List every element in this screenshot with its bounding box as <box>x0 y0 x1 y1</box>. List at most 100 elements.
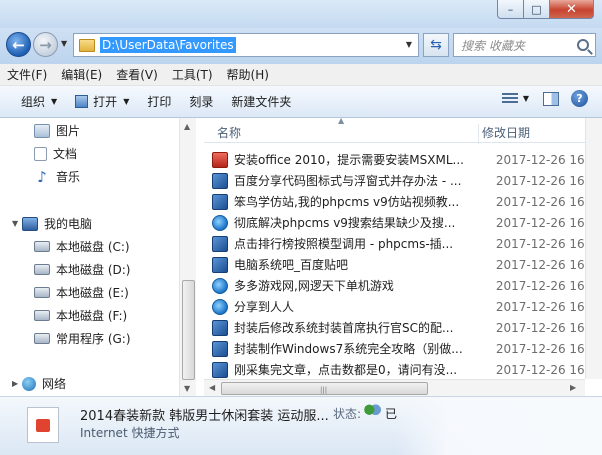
scroll-up-icon[interactable]: ▲ <box>184 122 190 131</box>
vertical-scrollbar[interactable] <box>585 118 602 379</box>
burn-button[interactable]: 刻录 <box>180 90 222 114</box>
address-dropdown-icon[interactable]: ▼ <box>406 40 412 49</box>
menu-edit[interactable]: 编辑(E) <box>61 66 102 83</box>
print-button[interactable]: 打印 <box>138 90 180 114</box>
column-header: ▲ 名称 修改日期 <box>204 118 602 144</box>
ie-shortcut-icon <box>212 298 228 315</box>
file-row[interactable]: 安装office 2010，提示需要安装MSXML... 2017-12-26 1… <box>212 149 602 170</box>
nav-disk-c[interactable]: 本地磁盘 (C:) <box>34 238 130 255</box>
menu-bar: 文件(F) 编辑(E) 查看(V) 工具(T) 帮助(H) <box>0 64 602 86</box>
maximize-button[interactable]: □ <box>524 0 550 19</box>
file-row[interactable]: 多多游戏网,网逻天下单机游戏 2017-12-26 16:19 <box>212 275 602 296</box>
nav-pictures[interactable]: 图片 <box>34 122 80 139</box>
file-row[interactable]: 点击排行榜按照模型调用 - phpcms-插... 2017-12-26 16:1… <box>212 233 602 254</box>
file-row[interactable]: 刚采集完文章，点击数都是0，请问有没... 2017-12-26 16:19 <box>212 359 602 380</box>
nav-pictures-label: 图片 <box>56 124 81 138</box>
menu-file[interactable]: 文件(F) <box>7 66 47 83</box>
file-row[interactable]: 封装后修改系统封装首席执行官SC的配... 2017-12-26 16:19 <box>212 317 602 338</box>
back-button[interactable]: ← <box>6 32 31 57</box>
file-name: 封装制作Windows7系统完全攻略（别做... <box>234 342 463 356</box>
file-name: 多多游戏网,网逻天下单机游戏 <box>234 279 394 293</box>
url-shortcut-icon <box>212 340 228 357</box>
organize-label: 组织 <box>21 95 46 109</box>
file-name: 笨鸟学仿站,我的phpcms v9仿站视频教... <box>234 195 460 209</box>
new-folder-label: 新建文件夹 <box>231 95 292 109</box>
column-name[interactable]: 名称 <box>217 124 241 141</box>
minimize-button[interactable]: – <box>497 0 524 19</box>
file-row[interactable]: 电脑系统吧_百度贴吧 2017-12-26 16:19 <box>212 254 602 275</box>
menu-tools[interactable]: 工具(T) <box>172 66 213 83</box>
nav-documents-label: 文档 <box>53 147 78 161</box>
nav-disk-e[interactable]: 本地磁盘 (E:) <box>34 284 129 301</box>
nav-network-label: 网络 <box>42 377 67 391</box>
horizontal-scrollbar[interactable]: ◀ ||| ▶ <box>204 379 585 396</box>
nav-disk-d[interactable]: 本地磁盘 (D:) <box>34 261 130 278</box>
file-row[interactable]: 笨鸟学仿站,我的phpcms v9仿站视频教... 2017-12-26 16:1… <box>212 191 602 212</box>
ie-shortcut-icon <box>212 214 228 231</box>
details-pane: 2014春装新款 韩版男士休闲套装 运动服... Internet 快捷方式 状… <box>0 396 602 455</box>
new-folder-button[interactable]: 新建文件夹 <box>222 90 300 114</box>
url-shortcut-icon <box>212 256 228 273</box>
open-icon <box>75 95 89 108</box>
forward-button[interactable]: → <box>33 32 58 57</box>
minimize-icon: – <box>507 2 514 16</box>
address-field[interactable]: D:\UserData\Favorites ▼ <box>73 33 419 57</box>
pictures-icon <box>34 123 50 138</box>
scroll-down-icon[interactable]: ▼ <box>184 384 190 393</box>
grip-icon: ||| <box>320 386 328 394</box>
chevron-down-icon: ▼ <box>51 97 58 106</box>
scroll-thumb[interactable]: ||| <box>221 382 428 395</box>
file-row[interactable]: 分享到人人 2017-12-26 16:19 <box>212 296 602 317</box>
status-users-icon <box>363 403 381 418</box>
ie-shortcut-icon <box>212 277 228 294</box>
menu-view[interactable]: 查看(V) <box>116 66 158 83</box>
menu-help[interactable]: 帮助(H) <box>227 66 269 83</box>
nav-computer-label: 我的电脑 <box>44 217 93 231</box>
disk-icon <box>34 287 50 298</box>
close-button[interactable]: ✕ <box>550 0 594 19</box>
scroll-left-icon[interactable]: ◀ <box>209 383 215 392</box>
forward-arrow-icon: → <box>39 35 52 54</box>
nav-scrollbar[interactable]: ▲ ▼ <box>179 118 196 396</box>
chevron-down-icon[interactable]: ▼ <box>523 94 529 103</box>
refresh-button[interactable]: ⇆ <box>423 33 449 57</box>
sort-ascending-icon: ▲ <box>338 118 345 125</box>
back-arrow-icon: ← <box>12 35 25 54</box>
nav-computer[interactable]: 我的电脑 <box>22 215 92 232</box>
scroll-thumb[interactable] <box>182 280 195 380</box>
history-dropdown-icon[interactable]: ▼ <box>61 39 67 48</box>
disk-icon <box>34 310 50 321</box>
network-icon <box>22 376 36 391</box>
disk-icon <box>34 264 50 275</box>
details-title: 2014春装新款 韩版男士休闲套装 运动服... <box>80 409 329 424</box>
address-path[interactable]: D:\UserData\Favorites <box>100 37 236 53</box>
file-name: 分享到人人 <box>234 300 295 314</box>
search-icon <box>577 39 589 51</box>
chevron-down-icon: ▼ <box>123 97 130 106</box>
nav-disk-g-label: 常用程序 (G:) <box>56 332 131 346</box>
column-date[interactable]: 修改日期 <box>478 124 530 144</box>
url-shortcut-icon <box>212 319 228 336</box>
address-toolbar: ← → ▼ D:\UserData\Favorites ▼ ⇆ 搜索 收藏夹 <box>0 28 602 64</box>
scroll-right-icon[interactable]: ▶ <box>570 383 576 392</box>
nav-disk-f[interactable]: 本地磁盘 (F:) <box>34 307 127 324</box>
details-status-label: 状态: <box>333 407 362 421</box>
help-icon[interactable]: ? <box>571 90 588 107</box>
expand-arrow-icon[interactable]: ▶ <box>12 379 18 388</box>
nav-documents[interactable]: 文档 <box>34 145 77 162</box>
open-button[interactable]: 打开 ▼ <box>66 90 138 114</box>
nav-network[interactable]: 网络 <box>22 375 66 392</box>
nav-disk-g[interactable]: 常用程序 (G:) <box>34 330 131 347</box>
view-options-icon[interactable] <box>501 92 518 105</box>
file-name: 百度分享代码图标式与浮窗式并存办法 - ... <box>234 174 462 188</box>
file-row[interactable]: 百度分享代码图标式与浮窗式并存办法 - ... 2017-12-26 16:19 <box>212 170 602 191</box>
expand-arrow-icon[interactable]: ▼ <box>12 219 18 228</box>
nav-disk-e-label: 本地磁盘 (E:) <box>56 286 129 300</box>
url-shortcut-icon <box>212 235 228 252</box>
search-input[interactable]: 搜索 收藏夹 <box>453 33 596 57</box>
nav-music[interactable]: ♪ 音乐 <box>34 168 80 185</box>
preview-pane-icon[interactable] <box>543 91 559 106</box>
file-row[interactable]: 封装制作Windows7系统完全攻略（别做... 2017-12-26 16:19 <box>212 338 602 359</box>
organize-button[interactable]: 组织 ▼ <box>12 90 66 114</box>
file-row[interactable]: 彻底解决phpcms v9搜索结果缺少及搜... 2017-12-26 16:19 <box>212 212 602 233</box>
